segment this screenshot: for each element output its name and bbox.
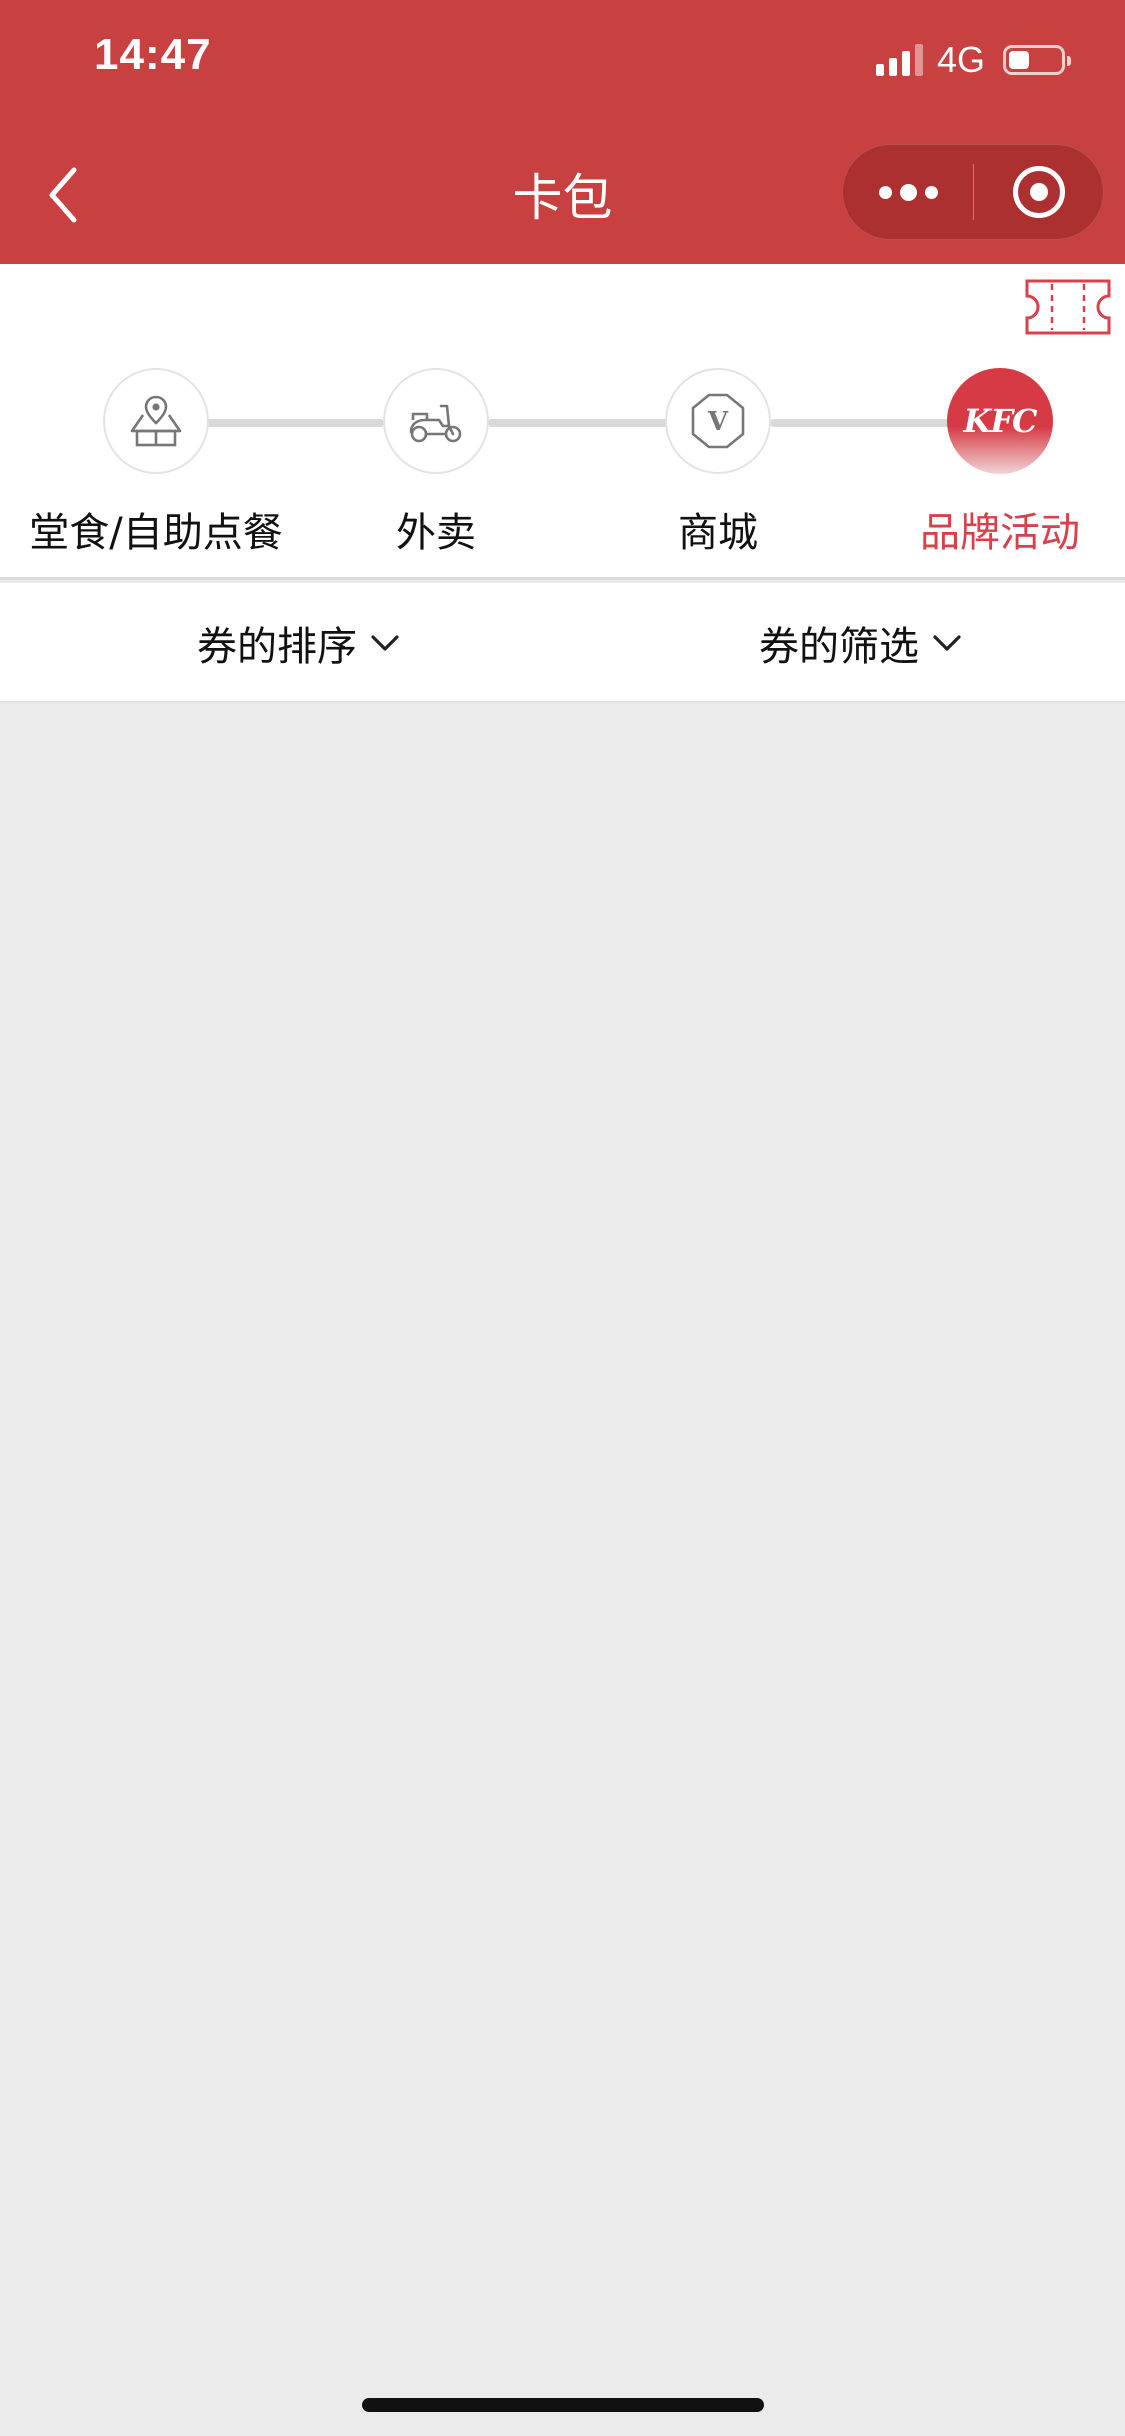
kfc-logo-icon: KFC — [963, 402, 1038, 440]
category-selector: V KFC 堂食/自助点餐 外卖 商城 品牌活动 — [0, 264, 1125, 580]
network-type: 4G — [936, 39, 985, 80]
category-label-brand-activity[interactable]: 品牌活动 — [850, 500, 1125, 558]
category-mall[interactable]: V — [665, 368, 771, 474]
category-label-mall[interactable]: 商城 — [568, 500, 868, 558]
more-button[interactable] — [843, 145, 973, 239]
home-indicator[interactable] — [362, 2398, 764, 2412]
ticket-icon[interactable] — [1024, 278, 1112, 336]
filter-label: 券的筛选 — [759, 624, 919, 670]
status-indicators: 4G — [875, 39, 1071, 80]
sort-dropdown[interactable]: 券的排序 — [197, 583, 403, 703]
signal-icon — [875, 44, 923, 76]
close-miniprogram-button[interactable] — [974, 145, 1103, 239]
chevron-down-icon — [933, 635, 961, 651]
category-label-dine-in[interactable]: 堂食/自助点餐 — [6, 500, 306, 558]
store-location-icon — [130, 395, 182, 447]
chevron-down-icon — [371, 635, 399, 651]
filter-bar: 券的排序 券的筛选 — [0, 583, 1125, 703]
status-time: 14:47 — [94, 30, 212, 79]
coupon-list-area — [0, 705, 1125, 2436]
scooter-icon — [409, 404, 462, 443]
svg-text:V: V — [707, 407, 729, 437]
mini-program-capsule — [842, 144, 1104, 240]
category-delivery[interactable] — [383, 368, 489, 474]
battery-icon — [1003, 45, 1071, 75]
progress-track — [488, 419, 668, 427]
progress-track — [206, 419, 384, 427]
sort-label: 券的排序 — [197, 624, 357, 670]
battery-level — [1009, 51, 1029, 69]
category-label-delivery[interactable]: 外卖 — [286, 500, 586, 558]
app-header: 14:47 4G 卡包 — [0, 0, 1125, 264]
category-brand-activity[interactable]: KFC — [947, 368, 1053, 474]
progress-track — [770, 419, 950, 427]
v-badge-icon: V — [691, 393, 745, 449]
filter-dropdown[interactable]: 券的筛选 — [759, 583, 965, 703]
target-icon — [1012, 166, 1065, 218]
more-dots-icon — [878, 185, 892, 199]
category-dine-in[interactable] — [103, 368, 209, 474]
